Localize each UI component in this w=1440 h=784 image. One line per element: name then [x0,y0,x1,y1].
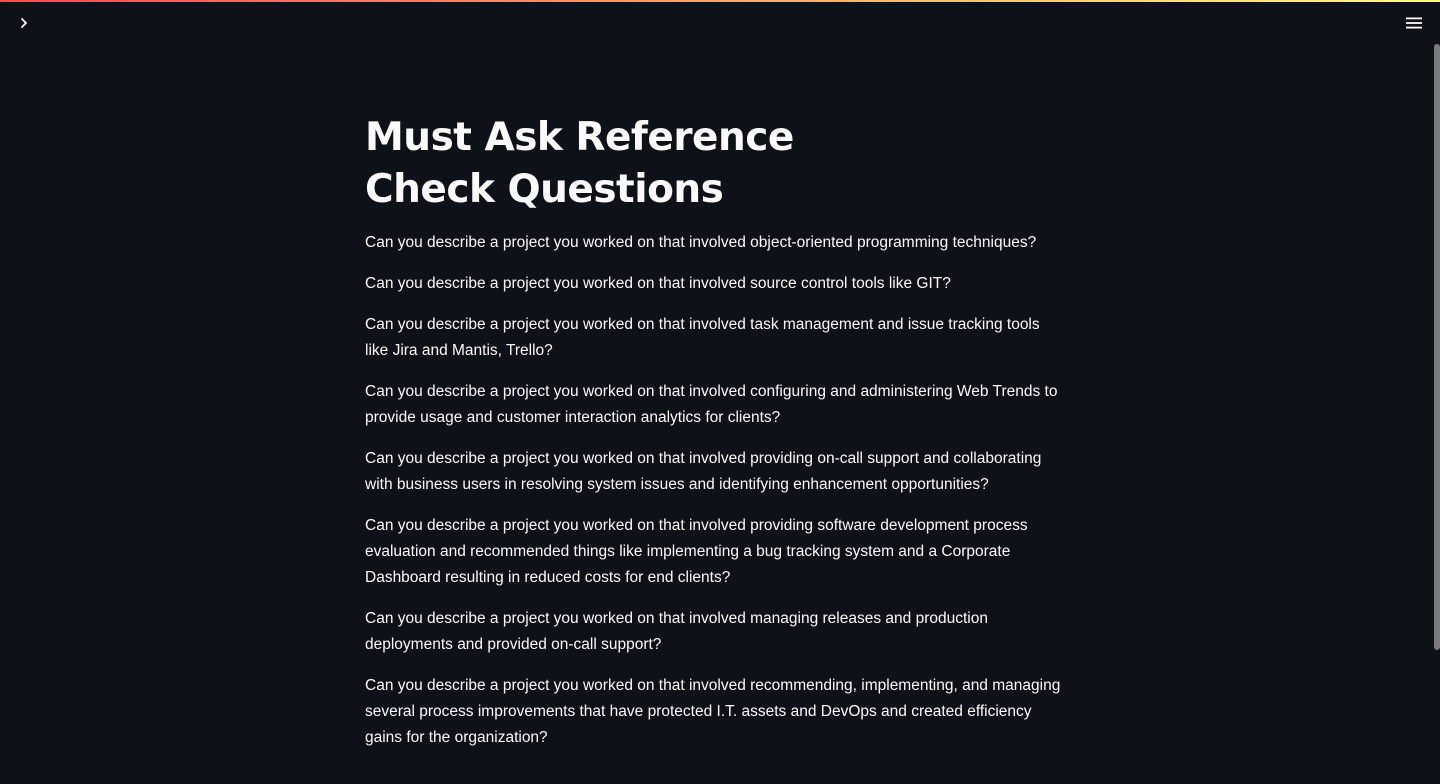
question-item: Can you describe a project you worked on… [365,677,1061,746]
question-item: Can you describe a project you worked on… [365,234,1037,251]
question-item: Can you describe a project you worked on… [365,517,1028,586]
main-content: Must Ask Reference Check Questions Can y… [365,112,1075,766]
chevron-right-icon [18,16,30,34]
main-menu-button[interactable] [1400,12,1428,38]
question-item: Can you describe a project you worked on… [365,275,951,292]
question-item: Can you describe a project you worked on… [365,383,1058,426]
question-item: Can you describe a project you worked on… [365,450,1042,493]
question-item: Can you describe a project you worked on… [365,316,1040,359]
vertical-scrollbar[interactable] [1434,44,1440,650]
page-title: Must Ask Reference Check Questions [365,115,794,212]
sidebar-toggle-button[interactable] [10,12,38,38]
hamburger-menu-icon [1405,16,1423,35]
header-accent-bar [0,0,1440,2]
question-item: Can you describe a project you worked on… [365,610,988,653]
